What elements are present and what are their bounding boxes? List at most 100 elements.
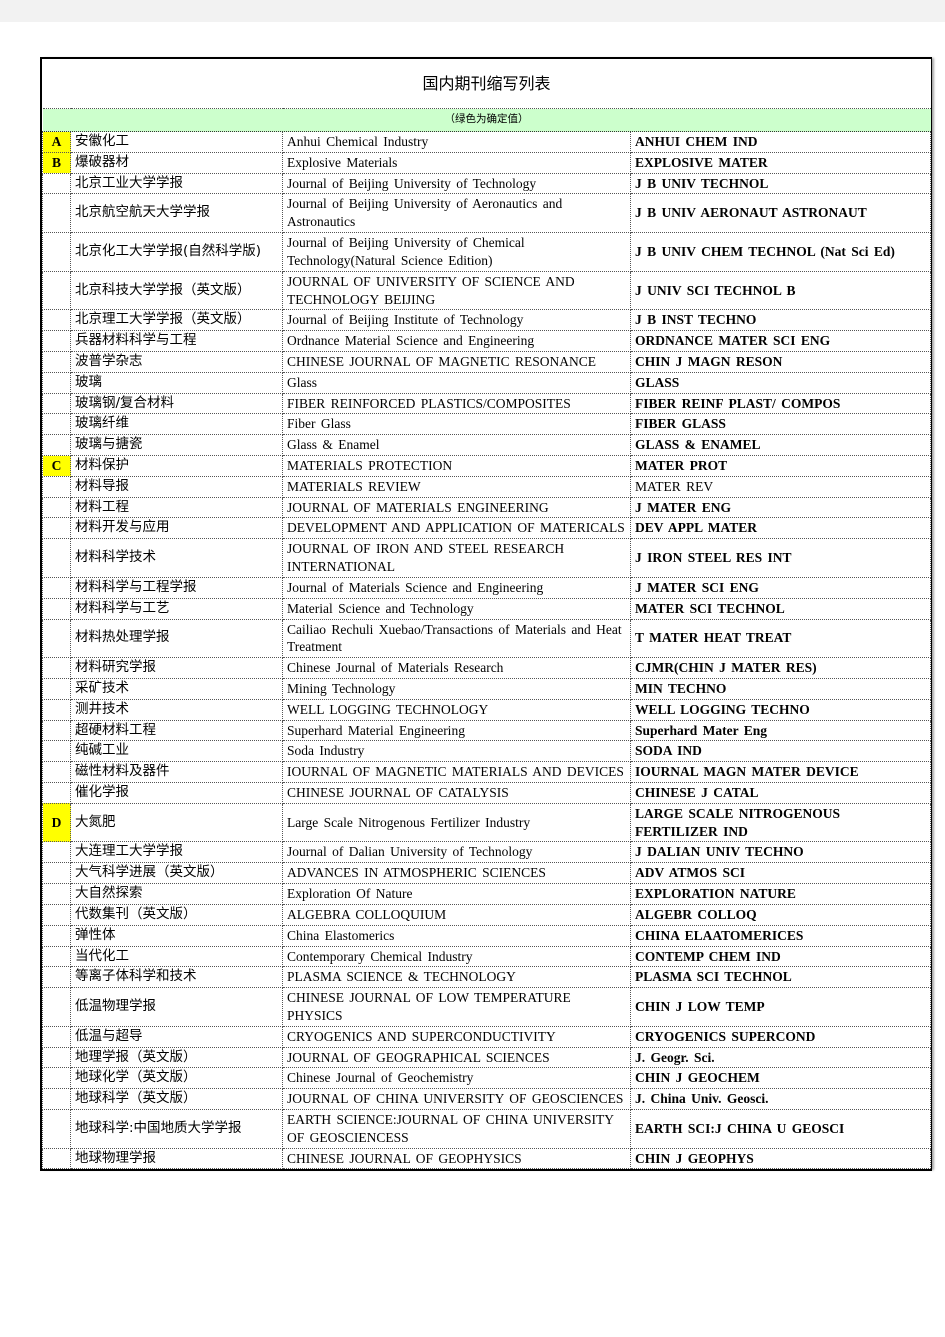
- journal-name-english: China Elastomerics: [282, 924, 631, 947]
- journal-name-english: Journal of Dalian University of Technolo…: [282, 841, 631, 864]
- journal-name-chinese: 材料开发与应用: [70, 517, 283, 540]
- section-letter-empty: [42, 517, 71, 540]
- legend-note: （绿色为确定值）: [42, 108, 931, 132]
- journal-abbreviation: EARTH SCI:J CHINA U GEOSCI: [629, 1109, 932, 1149]
- section-letter-empty: [42, 392, 71, 415]
- table-row: 催化学报 CHINESE JOURNAL OF CATALYSIS CHINESE …: [42, 782, 932, 804]
- table-row: 采矿技术 Mining Technology MIN TECHNO: [42, 677, 932, 700]
- journal-abbreviation: CHINESE J CATAL: [629, 782, 932, 804]
- section-letter-empty: [42, 966, 71, 989]
- journal-name-chinese: 材料工程: [70, 496, 283, 519]
- journal-name-chinese: 超硬材料工程: [70, 719, 283, 742]
- journal-name-chinese: 北京航空航天大学学报: [70, 193, 283, 234]
- document-sheet: 国内期刊缩写列表 （绿色为确定值） A 安徽化工 Anhui Chemical In…: [0, 22, 945, 1337]
- journal-abbreviation: J B UNIV CHEM TECHNOL (Nat Sci Ed): [629, 232, 932, 272]
- table-row: 地球科学（英文版） JOURNAL OF CHINA UNIVERSITY OF …: [42, 1088, 932, 1110]
- journal-name-chinese: 地理学报（英文版）: [70, 1046, 283, 1069]
- table-row: 测井技术 WELL LOGGING TECHNOLOGY WELL LOGGING …: [42, 698, 932, 721]
- section-letter-badge: C: [42, 455, 71, 477]
- journal-name-chinese: 玻璃: [70, 371, 283, 394]
- table-row: 材料导报 MATERIALS REVIEW MATER REV: [42, 475, 932, 498]
- journal-abbreviation: J UNIV SCI TECHNOL B: [629, 270, 932, 311]
- journal-abbreviation-table: 国内期刊缩写列表 （绿色为确定值） A 安徽化工 Anhui Chemical In…: [42, 59, 932, 1170]
- journal-name-chinese: 低温与超导: [70, 1025, 283, 1048]
- journal-name-english: Glass & Enamel: [282, 434, 631, 456]
- journal-abbreviation: FIBER REINF PLAST/ COMPOS: [629, 392, 932, 415]
- journal-abbreviation: CHIN J GEOCHEM: [629, 1067, 932, 1090]
- journal-name-chinese: 材料热处理学报: [70, 618, 283, 659]
- journal-name-english: CHINESE JOURNAL OF CATALYSIS: [282, 782, 631, 804]
- journal-name-english: Mining Technology: [282, 677, 631, 700]
- section-letter-badge: A: [42, 131, 71, 153]
- journal-abbreviation: J B UNIV AERONAUT ASTRONAUT: [629, 193, 932, 234]
- table-row: 材料研究学报 Chinese Journal of Materials Resea…: [42, 657, 932, 679]
- section-letter-empty: [42, 1088, 71, 1110]
- table-row: 材料开发与应用 DEVELOPMENT AND APPLICATION OF MA…: [42, 517, 932, 540]
- journal-name-chinese: 玻璃纤维: [70, 413, 283, 436]
- journal-name-english: DEVELOPMENT AND APPLICATION OF MATERICAL…: [282, 517, 631, 540]
- table-row: 材料科学与工艺 Material Science and Technology MA…: [42, 597, 932, 620]
- section-letter-empty: [42, 597, 71, 620]
- journal-abbreviation: FIBER GLASS: [629, 413, 932, 436]
- section-letter-empty: [42, 740, 71, 763]
- section-letter-empty: [42, 945, 71, 968]
- journal-abbreviation: Superhard Mater Eng: [629, 719, 932, 742]
- section-letter-empty: [42, 1109, 71, 1149]
- section-letter-empty: [42, 172, 71, 195]
- journal-abbreviation: ALGEBR COLLOQ: [629, 903, 932, 926]
- section-letter-empty: [42, 841, 71, 864]
- journal-abbreviation-table-container: 国内期刊缩写列表 （绿色为确定值） A 安徽化工 Anhui Chemical In…: [40, 57, 932, 1172]
- section-letter-empty: [42, 761, 71, 783]
- journal-abbreviation: PLASMA SCI TECHNOL: [629, 966, 932, 989]
- journal-abbreviation: J B UNIV TECHNOL: [629, 172, 932, 195]
- section-letter-empty: [42, 782, 71, 804]
- journal-name-english: Large Scale Nitrogenous Fertilizer Indus…: [282, 802, 631, 843]
- table-row: 北京理工大学学报（英文版） Journal of Beijing Institut…: [42, 309, 932, 332]
- table-row: 磁性材料及器件 IOURNAL OF MAGNETIC MATERIALS AND…: [42, 761, 932, 783]
- journal-name-chinese: 地球科学:中国地质大学学报: [70, 1109, 283, 1149]
- journal-abbreviation: CHIN J MAGN RESON: [629, 350, 932, 373]
- table-row: 玻璃纤维 Fiber Glass FIBER GLASS: [42, 413, 932, 436]
- table-row: 材料热处理学报 Cailiao Rechuli Xuebao/Transactio…: [42, 618, 932, 659]
- journal-name-english: Chinese Journal of Materials Research: [282, 657, 631, 679]
- journal-abbreviation: ORDNANCE MATER SCI ENG: [629, 330, 932, 352]
- table-row: 地球物理学报 CHINESE JOURNAL OF GEOPHYSICS CHIN …: [42, 1147, 932, 1170]
- section-letter-empty: [42, 677, 71, 700]
- journal-name-english: JOURNAL OF IRON AND STEEL RESEARCH INTER…: [282, 538, 631, 578]
- table-row: 兵器材料科学与工程 Ordnance Material Science and E…: [42, 330, 932, 352]
- journal-abbreviation: GLASS & ENAMEL: [629, 434, 932, 456]
- journal-abbreviation: J MATER ENG: [629, 496, 932, 519]
- journal-name-chinese: 北京化工大学学报(自然科学版): [70, 232, 283, 272]
- section-letter-empty: [42, 330, 71, 352]
- journal-abbreviation: T MATER HEAT TREAT: [629, 618, 932, 659]
- journal-abbreviation: CONTEMP CHEM IND: [629, 945, 932, 968]
- section-letter-empty: [42, 1025, 71, 1048]
- table-title-row: 国内期刊缩写列表: [42, 59, 931, 109]
- table-row: 大自然探索 Exploration Of Nature EXPLORATION NA…: [42, 883, 932, 905]
- table-row: 等离子体科学和技术 PLASMA SCIENCE & TECHNOLOGY PLAS…: [42, 966, 932, 989]
- journal-name-english: CRYOGENICS AND SUPERCONDUCTIVITY: [282, 1025, 631, 1048]
- journal-abbreviation: J DALIAN UNIV TECHNO: [629, 841, 932, 864]
- table-body: 国内期刊缩写列表 （绿色为确定值） A 安徽化工 Anhui Chemical In…: [42, 59, 932, 1170]
- journal-name-chinese: 地球科学（英文版）: [70, 1088, 283, 1110]
- journal-name-chinese: 测井技术: [70, 698, 283, 721]
- section-letter-badge: B: [42, 151, 71, 174]
- journal-abbreviation: MATER PROT: [629, 455, 932, 477]
- section-letter-empty: [42, 883, 71, 905]
- table-row: 低温与超导 CRYOGENICS AND SUPERCONDUCTIVITY CRY…: [42, 1025, 932, 1048]
- journal-name-english: Fiber Glass: [282, 413, 631, 436]
- journal-name-english: Anhui Chemical Industry: [282, 131, 631, 153]
- journal-abbreviation: GLASS: [629, 371, 932, 394]
- journal-name-english: CHINESE JOURNAL OF MAGNETIC RESONANCE: [282, 350, 631, 373]
- table-row: 纯碱工业 Soda Industry SODA IND: [42, 740, 932, 763]
- journal-name-chinese: 大氮肥: [70, 802, 283, 843]
- journal-abbreviation: LARGE SCALE NITROGENOUS FERTILIZER IND: [629, 802, 932, 843]
- section-letter-empty: [42, 657, 71, 679]
- table-row: 大连理工大学学报 Journal of Dalian University of …: [42, 841, 932, 864]
- section-letter-empty: [42, 987, 71, 1027]
- journal-name-chinese: 地球物理学报: [70, 1147, 283, 1170]
- section-letter-empty: [42, 719, 71, 742]
- journal-abbreviation: J. China Univ. Geosci.: [629, 1088, 932, 1110]
- table-row: 材料工程 JOURNAL OF MATERIALS ENGINEERING J MA…: [42, 496, 932, 519]
- journal-abbreviation: EXPLOSIVE MATER: [629, 151, 932, 174]
